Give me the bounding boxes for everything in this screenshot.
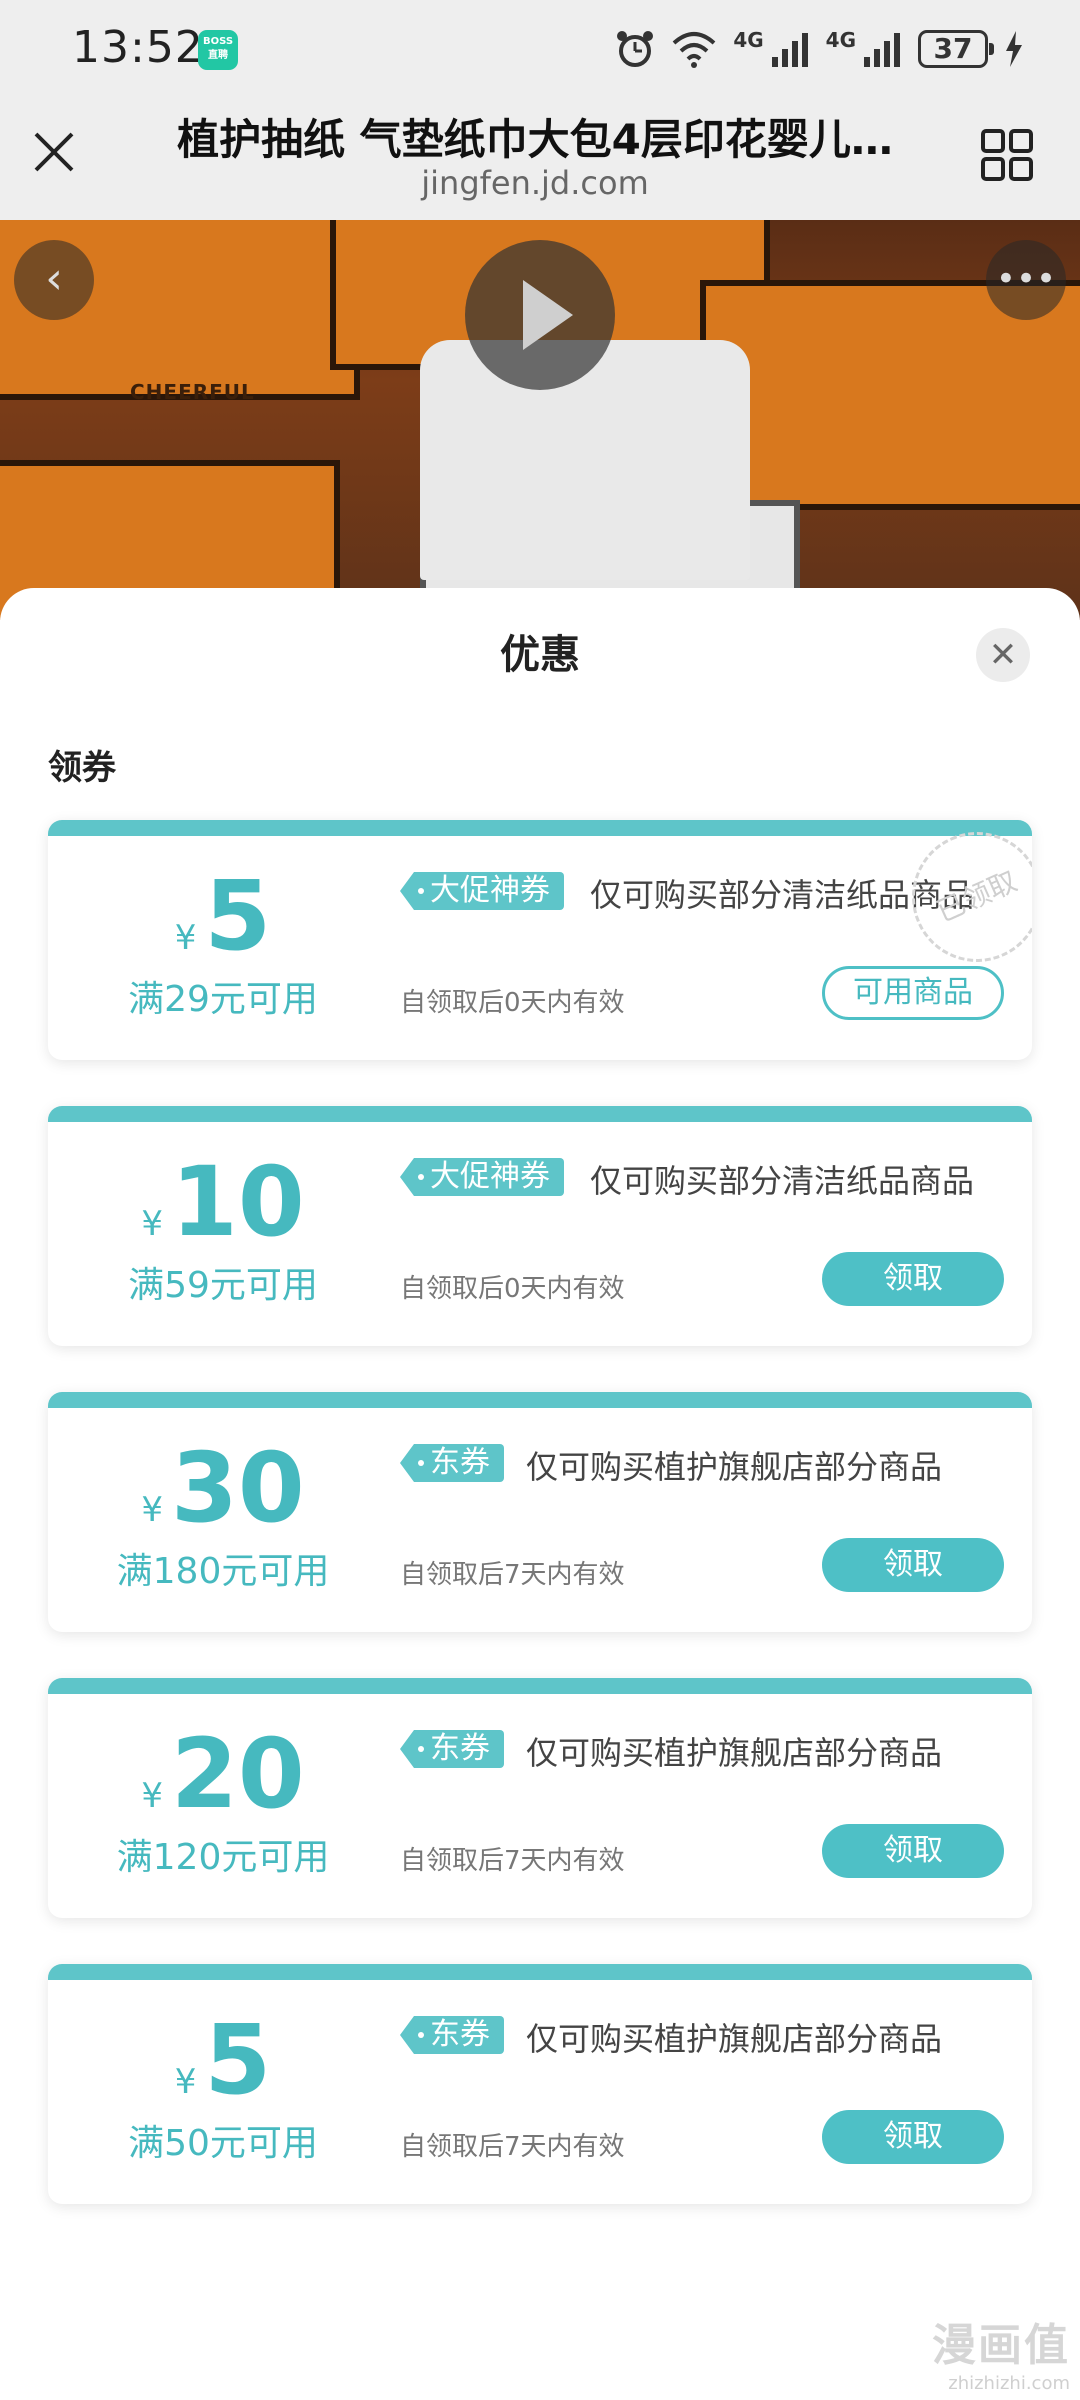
coupon-description: 仅可购买部分清洁纸品商品 [590, 1162, 975, 1200]
status-bar: 13:52 BOSS 直聘 4G 4G 37 [0, 0, 1080, 98]
close-icon[interactable] [30, 128, 78, 176]
status-icons: 4G 4G 37 [615, 26, 1024, 72]
coupon-top-strip [48, 1106, 1032, 1122]
coupon-top-strip [48, 820, 1032, 836]
play-video-icon[interactable] [465, 240, 615, 390]
coupon-tag: 大促神券 [400, 872, 564, 910]
currency-symbol: ¥ [174, 918, 197, 958]
coupon-amount: ¥30 [48, 1438, 398, 1538]
currency-symbol: ¥ [141, 1490, 164, 1530]
page-title: 植护抽纸 气垫纸巾大包4层印花婴儿… [177, 115, 893, 164]
coupon-value: 5 [204, 860, 272, 972]
coupon-description: 仅可购买植护旗舰店部分商品 [526, 1448, 943, 1486]
wifi-icon [672, 32, 716, 68]
coupon-tag: 东券 [400, 1444, 504, 1482]
view-products-button[interactable]: 可用商品 [822, 966, 1004, 1020]
battery-indicator: 37 [918, 30, 994, 68]
claim-coupon-button[interactable]: 领取 [822, 2110, 1004, 2164]
coupon-description: 仅可购买植护旗舰店部分商品 [526, 1734, 943, 1772]
signal-icon-2 [864, 33, 900, 67]
currency-symbol: ¥ [141, 1776, 164, 1816]
boss-app-icon: BOSS 直聘 [198, 30, 238, 70]
claimed-stamp: 已领取 [891, 820, 1032, 983]
coupon-top-strip [48, 1678, 1032, 1694]
coupon-card: ¥30 满180元可用 东券 仅可购买植护旗舰店部分商品 自领取后7天内有效 领… [48, 1392, 1032, 1632]
claim-coupon-button[interactable]: 领取 [822, 1252, 1004, 1306]
coupon-condition: 满120元可用 [116, 1837, 330, 1878]
coupon-condition: 满180元可用 [116, 1551, 330, 1592]
coupon-card: ¥5 满50元可用 东券 仅可购买植护旗舰店部分商品 自领取后7天内有效 领取 [48, 1964, 1032, 2204]
claim-coupon-button[interactable]: 领取 [822, 1824, 1004, 1878]
coupon-amount: ¥20 [48, 1724, 398, 1824]
watermark-logo-text: 漫画值 [932, 2320, 1070, 2371]
coupon-value: 5 [204, 2004, 272, 2116]
coupon-condition: 满50元可用 [128, 2123, 318, 2164]
coupon-value: 10 [171, 1146, 305, 1258]
coupon-sheet: 优惠 ✕ 领券 ¥5 满29元可用 大促神券 仅可购买部分清洁纸品商品 自领取后… [0, 588, 1080, 2400]
coupon-amount: ¥5 [48, 866, 398, 966]
grid-menu-icon[interactable] [980, 128, 1034, 182]
coupon-validity: 自领取后7天内有效 [400, 1560, 625, 1590]
coupon-value: 20 [171, 1718, 305, 1830]
watermark-url: zhizhizhi.com [948, 2373, 1070, 2394]
coupon-top-strip [48, 1964, 1032, 1980]
coupon-condition: 满29元可用 [128, 979, 318, 1020]
coupon-card: ¥5 满29元可用 大促神券 仅可购买部分清洁纸品商品 自领取后0天内有效 已领… [48, 820, 1032, 1060]
sheet-close-button[interactable]: ✕ [976, 628, 1030, 682]
page-url: jingfen.jd.com [421, 164, 649, 202]
sheet-title: 优惠 [500, 632, 580, 678]
coupon-tag: 东券 [400, 2016, 504, 2054]
claim-coupon-button[interactable]: 领取 [822, 1538, 1004, 1592]
coupon-condition: 满59元可用 [128, 1265, 318, 1306]
back-arrow-icon[interactable]: ‹ [14, 240, 94, 320]
more-icon[interactable]: ••• [986, 240, 1066, 320]
coupon-card: ¥10 满59元可用 大促神券 仅可购买部分清洁纸品商品 自领取后0天内有效 领… [48, 1106, 1032, 1346]
coupon-validity: 自领取后0天内有效 [400, 988, 625, 1018]
coupon-validity: 自领取后7天内有效 [400, 2132, 625, 2162]
box-brand-label: CHEERFUL [130, 380, 255, 404]
section-label: 领券 [48, 748, 116, 788]
coupon-validity: 自领取后0天内有效 [400, 1274, 625, 1304]
site-watermark: 漫画值 zhizhizhi.com [932, 2309, 1070, 2394]
network-type-label-2: 4G [825, 28, 856, 52]
network-type-label: 4G [733, 28, 764, 52]
product-image: CHEERFUL ‹ ••• [0, 220, 1080, 620]
coupon-amount: ¥5 [48, 2010, 398, 2110]
coupon-card: ¥20 满120元可用 东券 仅可购买植护旗舰店部分商品 自领取后7天内有效 领… [48, 1678, 1032, 1918]
coupon-tag: 大促神券 [400, 1158, 564, 1196]
browser-title-bar: 植护抽纸 气垫纸巾大包4层印花婴儿… jingfen.jd.com [0, 98, 1080, 220]
charging-icon [1006, 31, 1022, 67]
coupon-amount: ¥10 [48, 1152, 398, 1252]
coupon-validity: 自领取后7天内有效 [400, 1846, 625, 1876]
coupon-top-strip [48, 1392, 1032, 1408]
currency-symbol: ¥ [174, 2062, 197, 2102]
status-time: 13:52 [72, 22, 204, 73]
coupon-value: 30 [171, 1432, 305, 1544]
coupon-description: 仅可购买植护旗舰店部分商品 [526, 2020, 943, 2058]
alarm-icon [617, 31, 654, 67]
signal-icon [771, 33, 808, 67]
currency-symbol: ¥ [141, 1204, 164, 1244]
coupon-tag: 东券 [400, 1730, 504, 1768]
